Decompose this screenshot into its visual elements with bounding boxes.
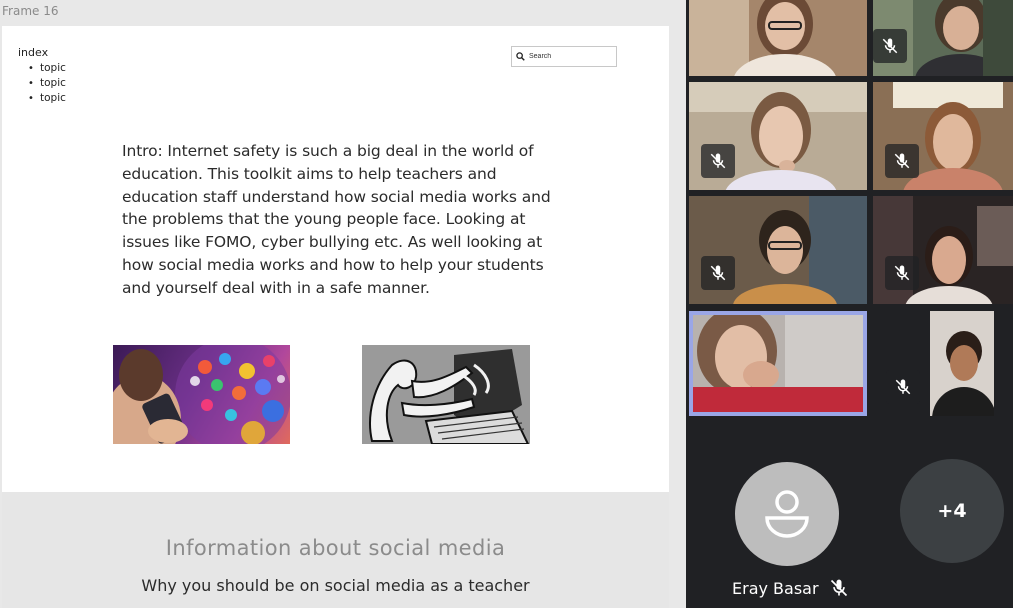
cyber-bullying-image [362,345,530,444]
intro-text: Intro: Internet safety is such a big dea… [122,142,551,297]
section-subtitle: Why you should be on social media as a t… [141,576,530,595]
section-title: Information about social media [165,536,506,560]
participant-tile[interactable] [873,82,1013,190]
screen: Frame 16 index topic topic topic Intro: … [0,0,1013,608]
active-speaker-tile[interactable] [689,311,867,416]
index-nav: index topic topic topic [18,46,66,106]
mic-off-icon [894,265,910,281]
mute-indicator [701,256,735,290]
mic-off-icon [830,579,847,597]
design-frame[interactable]: index topic topic topic Intro: Internet … [2,26,669,608]
participant-tile[interactable] [689,196,867,304]
participant-avatar[interactable] [735,462,839,566]
index-title[interactable]: index [18,46,66,59]
search-input[interactable] [529,53,609,60]
participant-name-row: Eray Basar [732,578,849,598]
mute-indicator [701,144,735,178]
participant-tile[interactable] [689,82,867,190]
mic-off-icon [710,153,726,169]
search-box[interactable] [511,46,617,67]
participant-tile[interactable] [689,0,867,76]
mic-off-icon [894,153,910,169]
social-media-section: Information about social media Why you s… [2,492,669,608]
video-call-panel: +4 Eray Basar [686,0,1013,608]
mute-indicator [885,144,919,178]
mute-indicator [885,256,919,290]
mic-off-icon [882,38,898,54]
mic-off-icon [710,265,726,281]
participant-name: Eray Basar [732,578,819,598]
mute-indicator [886,370,920,404]
frame-label[interactable]: Frame 16 [2,4,58,18]
design-canvas: Frame 16 index topic topic topic Intro: … [0,0,686,608]
person-icon [765,490,809,538]
index-item[interactable]: topic [18,76,66,91]
index-item[interactable]: topic [18,61,66,76]
mute-indicator [873,29,907,63]
participant-tile[interactable] [930,311,994,416]
index-list: topic topic topic [18,61,66,106]
search-icon [516,52,525,61]
participant-tile[interactable] [873,196,1013,304]
active-speaker-highlight [689,311,867,416]
more-participants-button[interactable]: +4 [900,459,1004,563]
index-item[interactable]: topic [18,91,66,106]
mic-off-icon [895,379,911,395]
participant-tile[interactable] [873,0,1013,76]
social-media-image [113,345,290,444]
